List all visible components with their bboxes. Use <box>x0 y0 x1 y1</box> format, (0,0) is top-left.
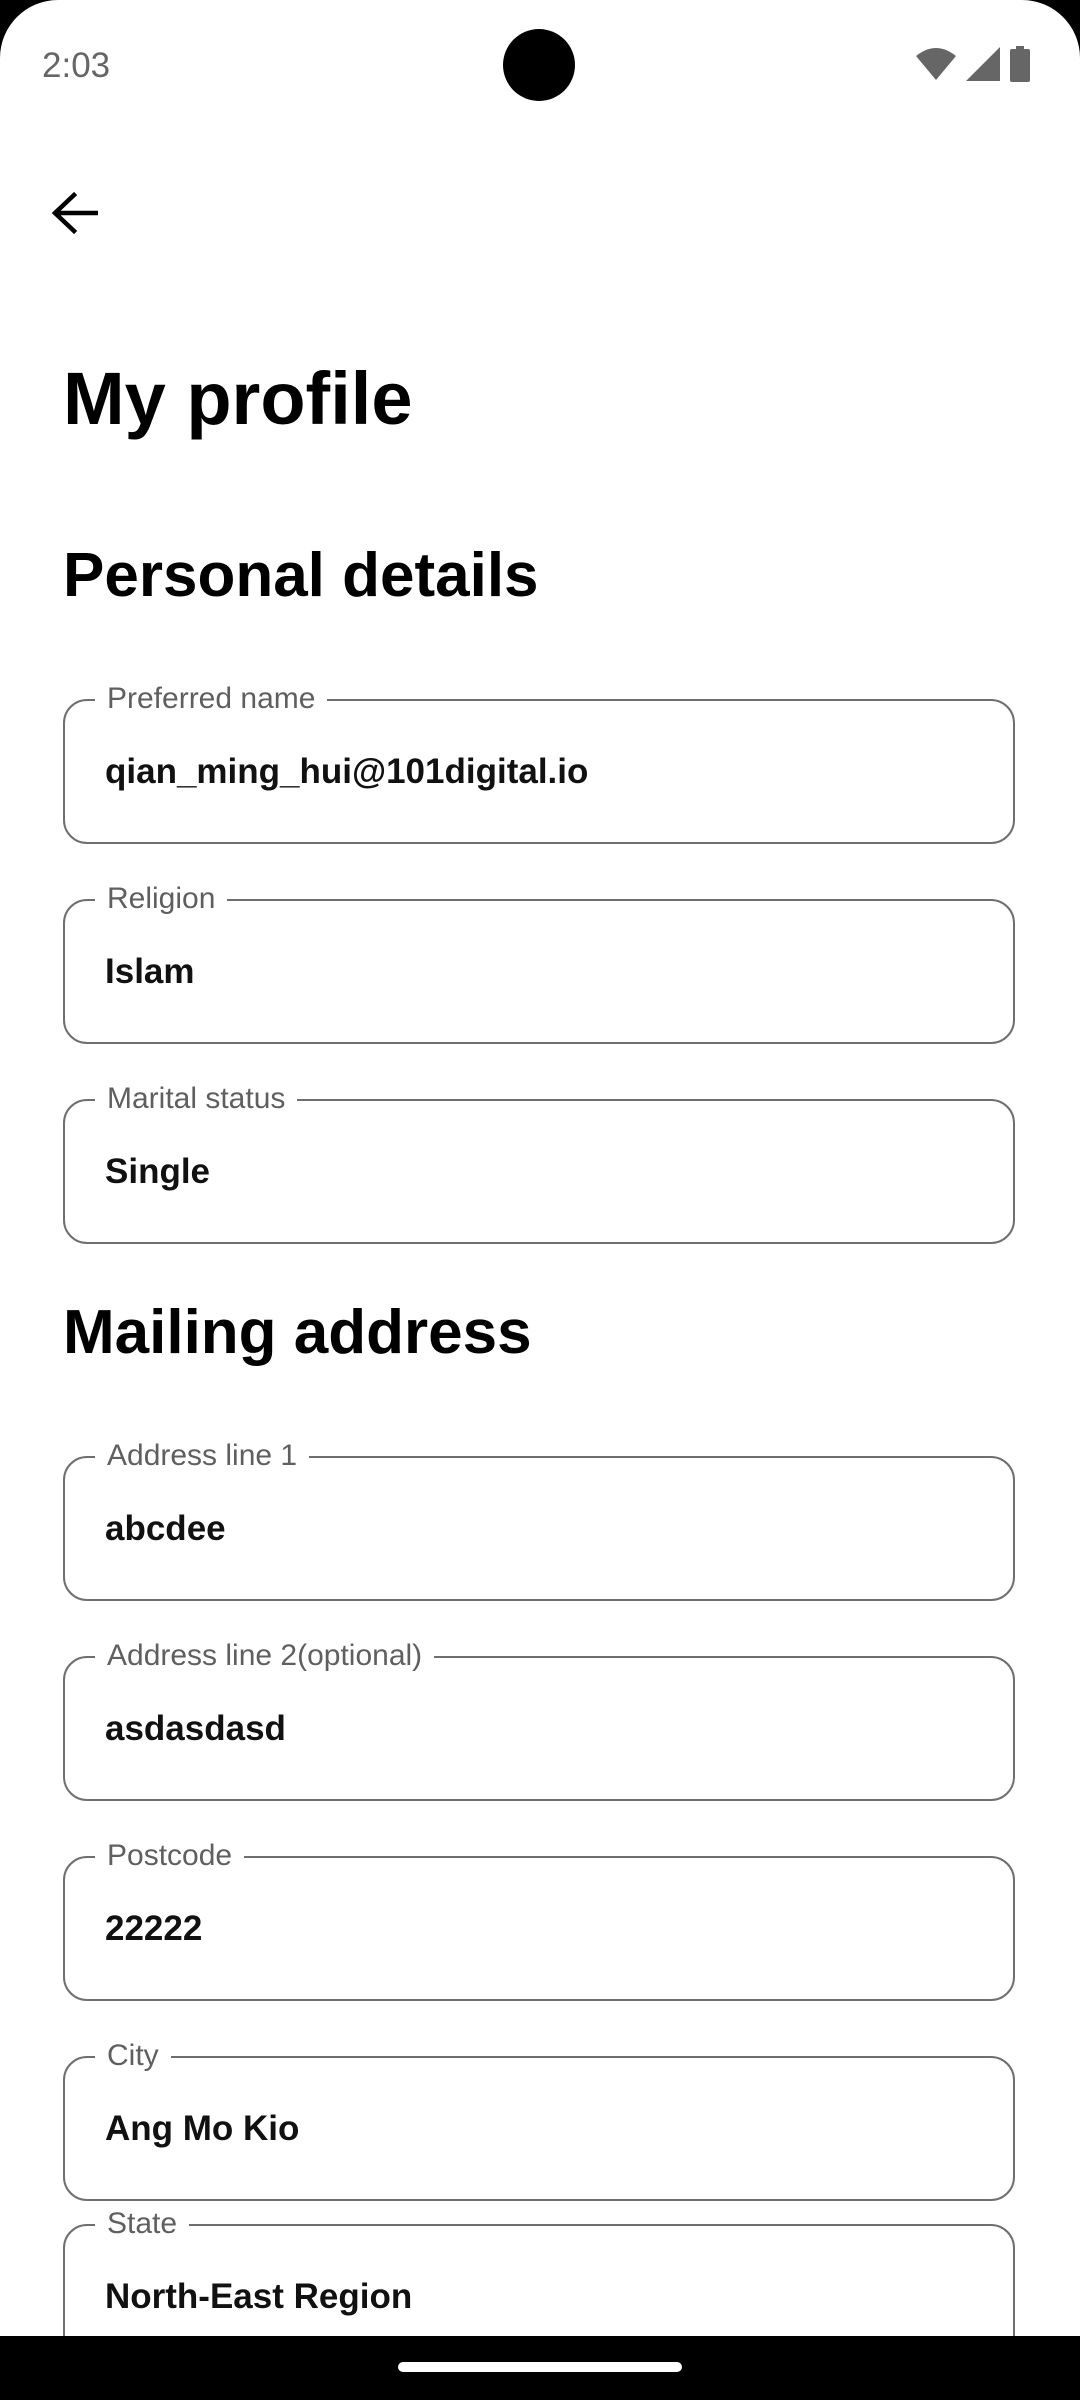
field-label: Postcode <box>95 1838 245 1874</box>
preferred-name-field[interactable]: Preferred name qian_ming_hui@101digital.… <box>63 681 1015 844</box>
religion-field[interactable]: Religion Islam <box>63 881 1015 1044</box>
personal-details-heading: Personal details <box>63 541 539 610</box>
field-value: abcdee <box>105 1509 226 1548</box>
field-value: asdasdasd <box>105 1709 286 1748</box>
postcode-field[interactable]: Postcode 22222 <box>63 1838 1015 2001</box>
front-camera-cutout <box>503 29 575 101</box>
status-time: 2:03 <box>42 46 111 85</box>
signal-icon <box>966 47 1000 81</box>
back-button[interactable] <box>44 185 104 245</box>
wifi-icon <box>916 48 956 80</box>
address-line-2-field[interactable]: Address line 2(optional) asdasdasd <box>63 1638 1015 1801</box>
state-field[interactable]: State North-East Region <box>63 2206 1015 2336</box>
status-icons <box>916 46 1030 82</box>
mailing-address-heading: Mailing address <box>63 1298 532 1367</box>
field-label: State <box>95 2206 190 2242</box>
battery-icon <box>1010 46 1030 82</box>
field-value: qian_ming_hui@101digital.io <box>105 752 589 791</box>
field-label: Religion <box>95 881 228 917</box>
field-label: Address line 1 <box>95 1438 310 1474</box>
profile-screen: 2:03 My profile Personal details Preferr… <box>0 0 1080 2336</box>
field-label: Marital status <box>95 1081 298 1117</box>
field-value: Single <box>105 1152 211 1191</box>
field-value: 22222 <box>105 1909 203 1948</box>
arrow-left-icon <box>50 191 99 240</box>
field-value: Ang Mo Kio <box>105 2109 300 2148</box>
city-field[interactable]: City Ang Mo Kio <box>63 2038 1015 2201</box>
field-label: City <box>95 2038 171 2074</box>
field-label: Preferred name <box>95 681 328 717</box>
field-label: Address line 2(optional) <box>95 1638 435 1674</box>
home-indicator[interactable] <box>398 2362 682 2372</box>
page-title: My profile <box>63 357 413 440</box>
field-value: North-East Region <box>105 2277 413 2316</box>
field-value: Islam <box>105 952 195 991</box>
address-line-1-field[interactable]: Address line 1 abcdee <box>63 1438 1015 1601</box>
marital-status-field[interactable]: Marital status Single <box>63 1081 1015 1244</box>
